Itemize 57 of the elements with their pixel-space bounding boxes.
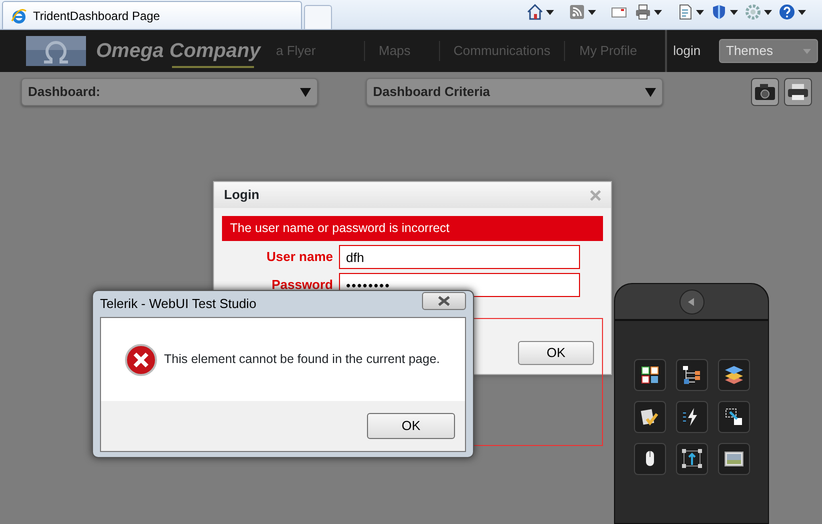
printer-icon — [787, 84, 809, 100]
close-button[interactable] — [422, 292, 466, 310]
ok-button[interactable]: OK — [367, 413, 455, 439]
dropdown-label: Dashboard: — [28, 83, 100, 102]
camera-icon — [754, 84, 776, 100]
gadget-button[interactable] — [634, 359, 666, 391]
caret-icon[interactable] — [798, 10, 806, 14]
company-logo-text: Omega Company — [96, 40, 260, 63]
error-message: The user name or password is incorrect — [222, 216, 603, 241]
layers-icon — [723, 364, 745, 386]
grid-icon — [639, 364, 661, 386]
gadget-button[interactable] — [634, 443, 666, 475]
caret-icon — [645, 88, 656, 96]
dropdown[interactable]: Dashboard: — [21, 78, 318, 106]
help-icon[interactable] — [778, 3, 796, 21]
gadget-button[interactable] — [634, 401, 666, 433]
gadget-button[interactable] — [676, 443, 708, 475]
shield-icon[interactable] — [710, 3, 728, 21]
input-field[interactable]: dfh — [339, 245, 580, 269]
gadget-button[interactable] — [676, 401, 708, 433]
caret-icon[interactable] — [730, 10, 738, 14]
dropdown-label: Dashboard Criteria — [373, 83, 490, 102]
camera-button[interactable] — [751, 78, 779, 106]
dropdown[interactable]: Dashboard Criteria — [366, 78, 663, 106]
document-check-icon — [639, 406, 661, 428]
error-icon — [125, 344, 157, 376]
gadget-button[interactable] — [676, 359, 708, 391]
home-icon[interactable] — [526, 3, 544, 21]
caret-icon — [803, 48, 811, 54]
close-icon — [438, 296, 450, 306]
tree-icon — [681, 364, 703, 386]
printer-button[interactable] — [784, 78, 812, 106]
caret-icon[interactable] — [696, 10, 704, 14]
browser-logo-icon — [11, 8, 27, 24]
login-link[interactable]: login — [667, 41, 707, 61]
gadget-button[interactable] — [718, 401, 750, 433]
browser-tab[interactable]: TridentDashboard Page — [2, 1, 302, 29]
nodes-icon — [681, 448, 703, 470]
logo-icon — [26, 36, 86, 66]
ok-button[interactable]: OK — [518, 341, 594, 365]
field-label: User name — [266, 248, 334, 266]
tab-title: TridentDashboard Page — [33, 8, 160, 24]
error-text: This element cannot be found in the current page. — [164, 351, 440, 368]
caret-icon[interactable] — [654, 10, 662, 14]
window-title: Telerik - WebUI Test Studio — [100, 295, 256, 314]
caret-icon — [300, 88, 311, 96]
caret-icon[interactable] — [546, 10, 554, 14]
dialog-title: Login — [224, 186, 260, 204]
themes-dropdown[interactable]: Themes — [719, 39, 818, 63]
print-icon[interactable] — [634, 3, 652, 21]
dropdown-placeholder: Themes — [726, 42, 773, 60]
caret-icon[interactable] — [764, 10, 772, 14]
select-icon — [723, 406, 745, 428]
gadget-button[interactable] — [718, 359, 750, 391]
field-label: Password — [270, 276, 334, 294]
caret-icon[interactable] — [588, 10, 596, 14]
gadget-button[interactable] — [718, 443, 750, 475]
